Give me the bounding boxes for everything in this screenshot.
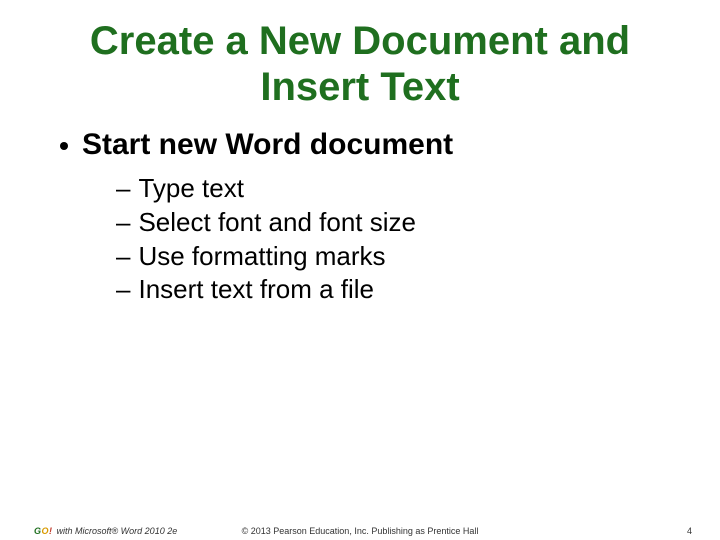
dash-icon: – — [116, 240, 130, 274]
list-item: – Insert text from a file — [116, 273, 680, 307]
list-item: – Type text — [116, 172, 680, 206]
bullet-level1: Start new Word document — [60, 128, 680, 162]
slide: Create a New Document and Insert Text St… — [0, 18, 720, 540]
logo: GO! — [34, 526, 53, 536]
slide-footer: GO! with Microsoft® Word 2010 2e © 2013 … — [0, 522, 720, 540]
sublist: – Type text – Select font and font size … — [116, 172, 680, 307]
list-item: – Select font and font size — [116, 206, 680, 240]
dash-icon: – — [116, 206, 130, 240]
dash-icon: – — [116, 273, 130, 307]
list-item-text: Select font and font size — [138, 206, 416, 240]
list-item-text: Type text — [138, 172, 244, 206]
page-number: 4 — [687, 526, 692, 536]
slide-body: Start new Word document – Type text – Se… — [60, 128, 680, 307]
logo-letter: G — [34, 526, 42, 536]
list-item: – Use formatting marks — [116, 240, 680, 274]
footer-product-line: with Microsoft® Word 2010 2e — [57, 526, 178, 536]
footer-left: GO! with Microsoft® Word 2010 2e — [34, 526, 177, 536]
bullet-level1-text: Start new Word document — [82, 128, 453, 162]
logo-letter: ! — [49, 526, 53, 536]
logo-letter: O — [42, 526, 50, 536]
bullet-dot-icon — [60, 142, 68, 150]
list-item-text: Use formatting marks — [138, 240, 385, 274]
dash-icon: – — [116, 172, 130, 206]
list-item-text: Insert text from a file — [138, 273, 374, 307]
slide-title: Create a New Document and Insert Text — [40, 18, 680, 110]
